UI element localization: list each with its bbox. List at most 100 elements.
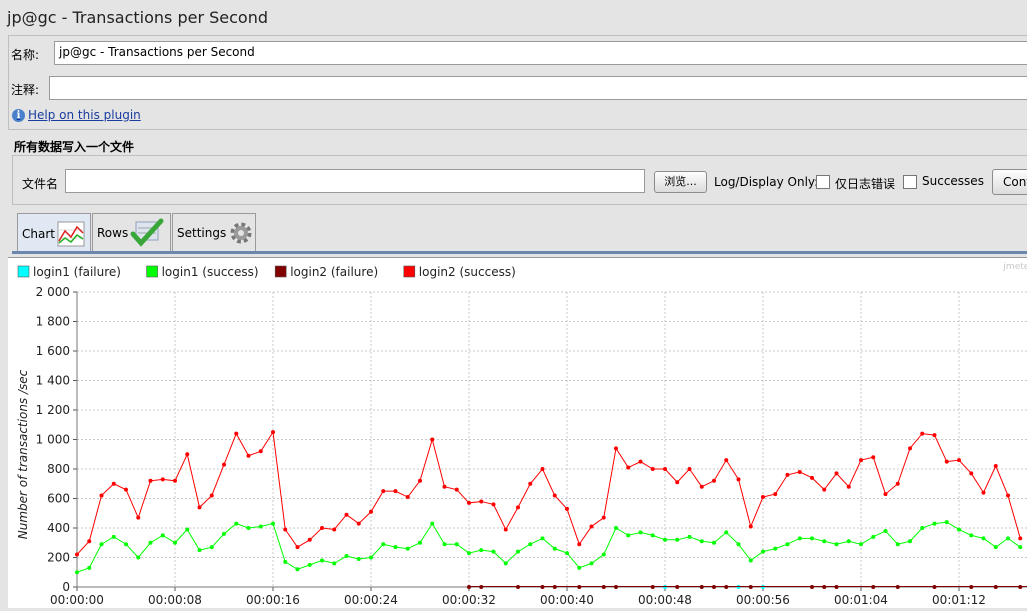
tab-chart[interactable]: Chart <box>17 213 91 253</box>
data-point <box>601 552 606 557</box>
data-point <box>589 561 594 566</box>
chart-svg: 0 200 400 600 800 1 000 1 200 1 400 1 600 1 800 2 … <box>16 265 1027 607</box>
data-point <box>1018 545 1023 550</box>
data-point <box>136 515 141 520</box>
legend-swatch <box>274 265 287 278</box>
x-tick-label: 00:00:08 <box>148 593 202 607</box>
data-point <box>209 545 214 550</box>
chart-watermark: jmeter <box>1003 262 1027 272</box>
data-point <box>283 527 288 532</box>
data-point <box>381 489 386 494</box>
data-point <box>540 467 545 471</box>
data-point <box>283 559 288 564</box>
data-point <box>920 526 925 530</box>
data-point <box>552 493 557 498</box>
y-tick-label: 600 <box>47 492 70 506</box>
data-point <box>173 478 177 483</box>
data-point <box>944 459 949 464</box>
help-link[interactable]: i Help on this plugin <box>12 108 141 122</box>
data-point <box>969 471 974 476</box>
check-icon <box>130 218 164 247</box>
data-point <box>638 530 643 535</box>
gear-icon <box>230 222 252 243</box>
chart-icon <box>57 221 85 246</box>
data-point <box>908 446 912 451</box>
help-link-label[interactable]: Help on this plugin <box>28 108 141 122</box>
data-point <box>344 554 349 559</box>
data-point <box>1006 493 1010 498</box>
data-point <box>418 478 422 483</box>
y-tick-label: 200 <box>47 551 70 565</box>
configure-button[interactable]: Conf <box>992 169 1027 195</box>
legend-swatch <box>146 265 158 278</box>
data-point <box>87 565 92 570</box>
tab-settings[interactable]: Settings <box>172 213 256 251</box>
legend-swatch <box>403 265 416 278</box>
data-point <box>834 471 839 476</box>
data-point <box>124 487 128 492</box>
data-point <box>124 542 128 547</box>
y-axis-label: Number of transactions /sec <box>16 369 30 539</box>
data-point <box>258 449 263 454</box>
data-point <box>773 492 778 497</box>
data-point <box>846 484 851 489</box>
data-point <box>467 551 471 556</box>
y-tick-label: 400 <box>47 521 70 535</box>
data-point <box>957 527 961 532</box>
data-point <box>381 542 386 547</box>
tab-underline <box>12 251 1027 254</box>
data-point <box>675 537 680 542</box>
data-point <box>736 477 741 482</box>
errors-only-checkbox[interactable] <box>816 175 830 189</box>
data-point <box>442 542 447 547</box>
x-tick-label: 00:00:40 <box>540 593 594 607</box>
y-tick-label: 800 <box>47 462 70 476</box>
data-point <box>932 433 937 438</box>
plot-area <box>77 292 1027 587</box>
legend-label: login1 (success) <box>162 265 259 279</box>
data-point <box>773 546 778 551</box>
x-tick-label: 00:01:12 <box>932 593 986 607</box>
data-point <box>626 465 631 470</box>
tps-chart: jmeter 0 200 400 600 800 1 000 1 200 1 400 1 600… <box>8 257 1027 608</box>
data-point <box>369 555 373 560</box>
data-point <box>503 561 508 566</box>
successes-checkbox[interactable] <box>903 175 917 189</box>
data-point <box>565 506 569 511</box>
data-point <box>258 524 263 529</box>
data-point <box>822 539 827 544</box>
data-point <box>295 567 300 572</box>
filename-input[interactable] <box>65 169 645 193</box>
name-input[interactable]: jp@gc - Transactions per Second <box>54 41 1027 65</box>
browse-button[interactable]: 浏览... <box>654 171 707 193</box>
y-tick-label: 1 800 <box>36 315 70 329</box>
data-point <box>565 551 569 556</box>
y-tick-label: 2 000 <box>36 285 70 299</box>
info-icon: i <box>12 108 25 122</box>
data-point <box>491 549 496 554</box>
data-point <box>626 533 631 538</box>
data-point <box>981 490 986 495</box>
data-point <box>540 536 545 541</box>
x-tick-label: 00:01:04 <box>834 593 888 607</box>
data-point <box>761 495 765 500</box>
data-point <box>859 542 863 547</box>
data-point <box>307 537 312 542</box>
data-point <box>246 453 251 458</box>
data-point <box>344 512 349 517</box>
data-point <box>687 534 692 539</box>
data-point <box>528 481 533 486</box>
data-point <box>222 462 226 467</box>
data-point <box>1006 536 1010 541</box>
data-point <box>736 542 741 547</box>
data-point <box>846 539 851 544</box>
data-point <box>920 431 925 436</box>
comment-label: 注释: <box>11 83 40 97</box>
tab-rows[interactable]: Rows <box>92 213 171 251</box>
comment-input[interactable] <box>49 76 1027 100</box>
data-point <box>785 542 790 547</box>
data-point <box>859 458 863 463</box>
tab-settings-label: Settings <box>177 225 227 240</box>
data-point <box>173 540 177 545</box>
data-point <box>883 492 888 497</box>
